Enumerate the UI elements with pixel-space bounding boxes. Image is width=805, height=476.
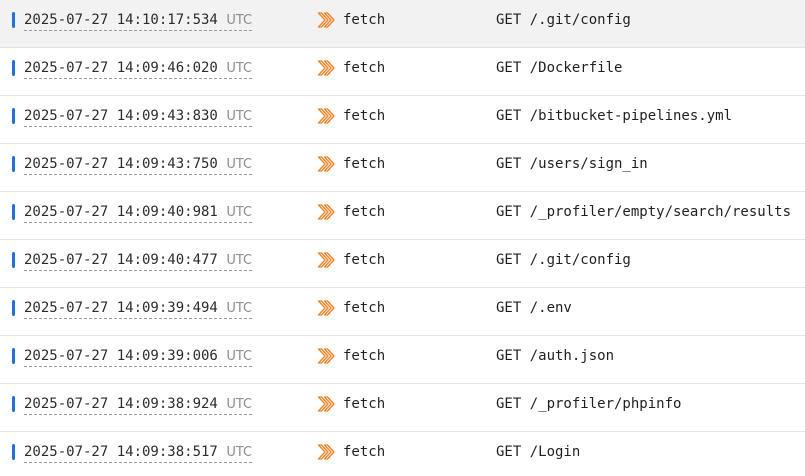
log-list: 2025-07-27 14:10:17:534 UTC fetch GET /.…: [0, 0, 805, 476]
source-label: fetch: [343, 12, 386, 28]
chevrons-right-outline-icon: [317, 108, 335, 124]
log-message: GET /_profiler/empty/search/results: [496, 204, 792, 220]
log-row-5[interactable]: 2025-07-27 14:09:40:981 UTC fetch GET /_…: [0, 192, 805, 240]
timestamp-value: 2025-07-27 14:09:46:020: [24, 60, 218, 76]
timezone-label: UTC: [226, 157, 253, 172]
source-label: fetch: [343, 348, 386, 364]
timestamp-value: 2025-07-27 14:09:38:517: [24, 444, 218, 460]
chevrons-right-outline-icon: [317, 300, 335, 316]
source-label: fetch: [343, 108, 386, 124]
timestamp-value: 2025-07-27 14:10:17:534: [24, 12, 218, 28]
log-level-indicator: [12, 60, 15, 76]
log-message: GET /.env: [496, 300, 572, 316]
chevrons-right-outline-icon: [317, 444, 335, 460]
log-message: GET /Dockerfile: [496, 60, 623, 76]
timestamp[interactable]: 2025-07-27 14:09:39:006 UTC: [24, 347, 253, 367]
log-message: GET /_profiler/phpinfo: [496, 396, 682, 412]
log-level-indicator: [12, 156, 15, 172]
timestamp[interactable]: 2025-07-27 14:09:40:981 UTC: [24, 203, 253, 223]
timestamp-value: 2025-07-27 14:09:40:981: [24, 204, 218, 220]
chevrons-right-outline-icon: [317, 396, 335, 412]
log-row-3[interactable]: 2025-07-27 14:09:43:830 UTC fetch GET /b…: [0, 96, 805, 144]
timezone-label: UTC: [226, 61, 253, 76]
log-row-6[interactable]: 2025-07-27 14:09:40:477 UTC fetch GET /.…: [0, 240, 805, 288]
timezone-label: UTC: [226, 397, 253, 412]
timestamp-value: 2025-07-27 14:09:39:494: [24, 300, 218, 316]
timestamp[interactable]: 2025-07-27 14:09:38:517 UTC: [24, 443, 253, 463]
source-label: fetch: [343, 444, 386, 460]
timestamp-value: 2025-07-27 14:09:40:477: [24, 252, 218, 268]
timestamp[interactable]: 2025-07-27 14:10:17:534 UTC: [24, 11, 253, 31]
timezone-label: UTC: [226, 349, 253, 364]
log-level-indicator: [12, 108, 15, 124]
timestamp[interactable]: 2025-07-27 14:09:43:750 UTC: [24, 155, 253, 175]
chevrons-right-outline-icon: [317, 12, 335, 28]
log-row-4[interactable]: 2025-07-27 14:09:43:750 UTC fetch GET /u…: [0, 144, 805, 192]
log-level-indicator: [12, 204, 15, 220]
source-label: fetch: [343, 252, 386, 268]
timestamp[interactable]: 2025-07-27 14:09:40:477 UTC: [24, 251, 253, 271]
timestamp[interactable]: 2025-07-27 14:09:43:830 UTC: [24, 107, 253, 127]
source-label: fetch: [343, 204, 386, 220]
timezone-label: UTC: [226, 301, 253, 316]
timestamp-value: 2025-07-27 14:09:39:006: [24, 348, 218, 364]
source-label: fetch: [343, 60, 386, 76]
chevrons-right-outline-icon: [317, 204, 335, 220]
timezone-label: UTC: [226, 13, 253, 28]
log-message: GET /users/sign_in: [496, 156, 648, 172]
timezone-label: UTC: [226, 253, 253, 268]
log-message: GET /auth.json: [496, 348, 615, 364]
log-message: GET /bitbucket-pipelines.yml: [496, 108, 733, 124]
timestamp-value: 2025-07-27 14:09:43:750: [24, 156, 218, 172]
log-level-indicator: [12, 348, 15, 364]
chevrons-right-outline-icon: [317, 348, 335, 364]
timestamp-value: 2025-07-27 14:09:43:830: [24, 108, 218, 124]
timezone-label: UTC: [226, 205, 253, 220]
source-label: fetch: [343, 300, 386, 316]
log-row-1[interactable]: 2025-07-27 14:10:17:534 UTC fetch GET /.…: [0, 0, 805, 48]
log-message: GET /Login: [496, 444, 581, 460]
log-message: GET /.git/config: [496, 12, 631, 28]
source-label: fetch: [343, 396, 386, 412]
log-row-9[interactable]: 2025-07-27 14:09:38:924 UTC fetch GET /_…: [0, 384, 805, 432]
chevrons-right-outline-icon: [317, 252, 335, 268]
log-level-indicator: [12, 396, 15, 412]
chevrons-right-outline-icon: [317, 156, 335, 172]
chevrons-right-outline-icon: [317, 60, 335, 76]
timestamp-value: 2025-07-27 14:09:38:924: [24, 396, 218, 412]
log-level-indicator: [12, 444, 15, 460]
timezone-label: UTC: [226, 445, 253, 460]
source-label: fetch: [343, 156, 386, 172]
log-row-2[interactable]: 2025-07-27 14:09:46:020 UTC fetch GET /D…: [0, 48, 805, 96]
timezone-label: UTC: [226, 109, 253, 124]
timestamp[interactable]: 2025-07-27 14:09:39:494 UTC: [24, 299, 253, 319]
log-row-10[interactable]: 2025-07-27 14:09:38:517 UTC fetch GET /L…: [0, 432, 805, 476]
log-level-indicator: [12, 252, 15, 268]
timestamp[interactable]: 2025-07-27 14:09:46:020 UTC: [24, 59, 253, 79]
log-level-indicator: [12, 300, 15, 316]
log-row-7[interactable]: 2025-07-27 14:09:39:494 UTC fetch GET /.…: [0, 288, 805, 336]
log-level-indicator: [12, 12, 15, 28]
log-message: GET /.git/config: [496, 252, 631, 268]
log-row-8[interactable]: 2025-07-27 14:09:39:006 UTC fetch GET /a…: [0, 336, 805, 384]
timestamp[interactable]: 2025-07-27 14:09:38:924 UTC: [24, 395, 253, 415]
